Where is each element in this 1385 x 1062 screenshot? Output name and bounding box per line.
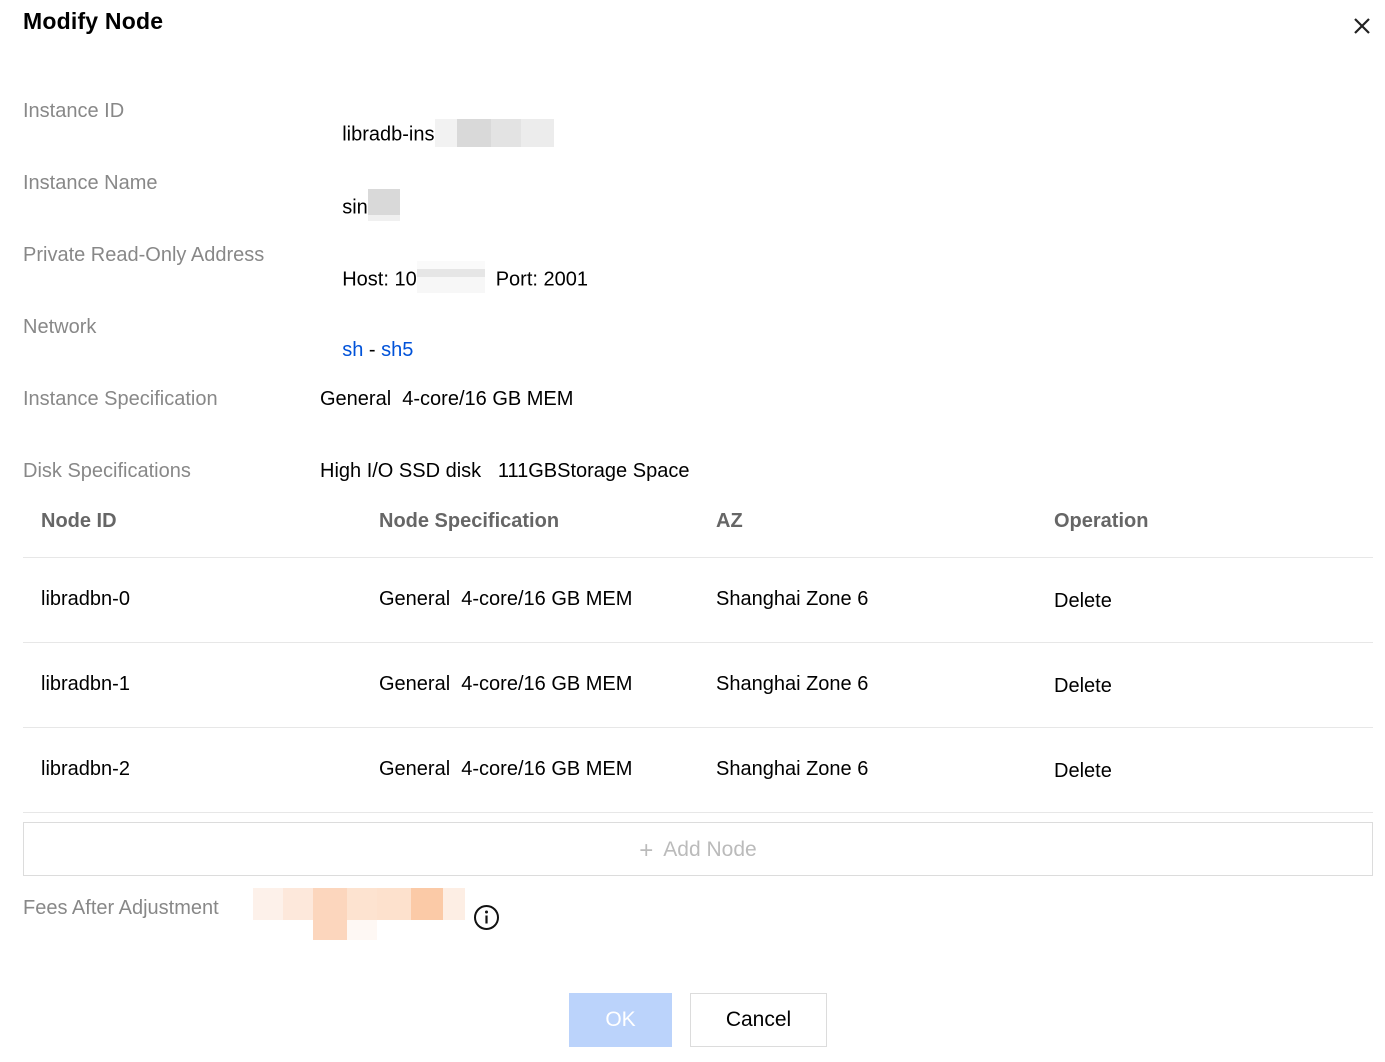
node-spec-cell: General 4-core/16 GB MEM	[379, 758, 633, 780]
instance-id-value: libradb-ins	[320, 100, 554, 170]
spec-label: Instance Specification	[23, 388, 218, 410]
node-az-cell: Shanghai Zone 6	[716, 673, 869, 695]
node-table: Node ID Node Specification AZ Operation …	[23, 500, 1373, 813]
table-header: Node ID Node Specification AZ Operation	[23, 500, 1373, 558]
cancel-button[interactable]: Cancel	[690, 993, 827, 1047]
address-value: Host: 10 Port: 2001	[320, 244, 588, 316]
header-operation: Operation	[1054, 510, 1149, 532]
close-icon[interactable]	[1350, 14, 1374, 38]
network-value: sh - sh5	[320, 316, 413, 385]
node-az-cell: Shanghai Zone 6	[716, 758, 869, 780]
node-spec-cell: General 4-core/16 GB MEM	[379, 588, 633, 610]
spec-value: General 4-core/16 GB MEM	[320, 388, 574, 410]
redacted-mask	[367, 189, 400, 221]
fees-redacted-mask	[253, 888, 465, 940]
node-id-cell: libradbn-0	[41, 588, 130, 610]
network-label: Network	[23, 316, 97, 338]
instance-id-label: Instance ID	[23, 100, 125, 122]
node-id-cell: libradbn-2	[41, 758, 130, 780]
network-vpc-link[interactable]: sh	[342, 339, 363, 361]
address-label: Private Read-Only Address	[23, 244, 265, 266]
node-az-cell: Shanghai Zone 6	[716, 588, 869, 610]
disk-label: Disk Specifications	[23, 460, 191, 482]
delete-node-link[interactable]: Delete	[1054, 760, 1112, 783]
node-id-cell: libradbn-1	[41, 673, 130, 695]
redacted-mask	[434, 119, 554, 147]
add-node-label: Add Node	[663, 838, 757, 861]
table-row: libradbn-2 General 4-core/16 GB MEM Shan…	[23, 728, 1373, 813]
header-node-id: Node ID	[41, 510, 117, 532]
table-row: libradbn-1 General 4-core/16 GB MEM Shan…	[23, 643, 1373, 728]
address-host: Host: 10	[342, 268, 417, 291]
header-node-spec: Node Specification	[379, 510, 560, 532]
info-icon[interactable]	[473, 904, 500, 931]
node-spec-cell: General 4-core/16 GB MEM	[379, 673, 633, 695]
delete-node-link[interactable]: Delete	[1054, 675, 1112, 698]
network-subnet-link[interactable]: sh5	[381, 339, 413, 361]
instance-name-label: Instance Name	[23, 172, 158, 194]
disk-value: High I/O SSD disk 111GBStorage Space	[320, 460, 690, 482]
plus-icon: +	[639, 837, 654, 864]
ok-button[interactable]: OK	[569, 993, 672, 1047]
dialog-title: Modify Node	[23, 8, 164, 34]
header-az: AZ	[716, 510, 743, 532]
address-port: Port: 2001	[495, 268, 589, 291]
redacted-mask	[416, 261, 485, 293]
delete-node-link[interactable]: Delete	[1054, 590, 1112, 613]
instance-name-value: sin	[320, 172, 400, 244]
table-row: libradbn-0 General 4-core/16 GB MEM Shan…	[23, 558, 1373, 643]
fees-label: Fees After Adjustment	[23, 897, 219, 919]
instance-id-text: libradb-ins	[342, 123, 435, 146]
instance-name-text: sin	[342, 196, 368, 219]
network-separator: -	[368, 339, 376, 361]
add-node-button[interactable]: + Add Node	[23, 822, 1373, 876]
